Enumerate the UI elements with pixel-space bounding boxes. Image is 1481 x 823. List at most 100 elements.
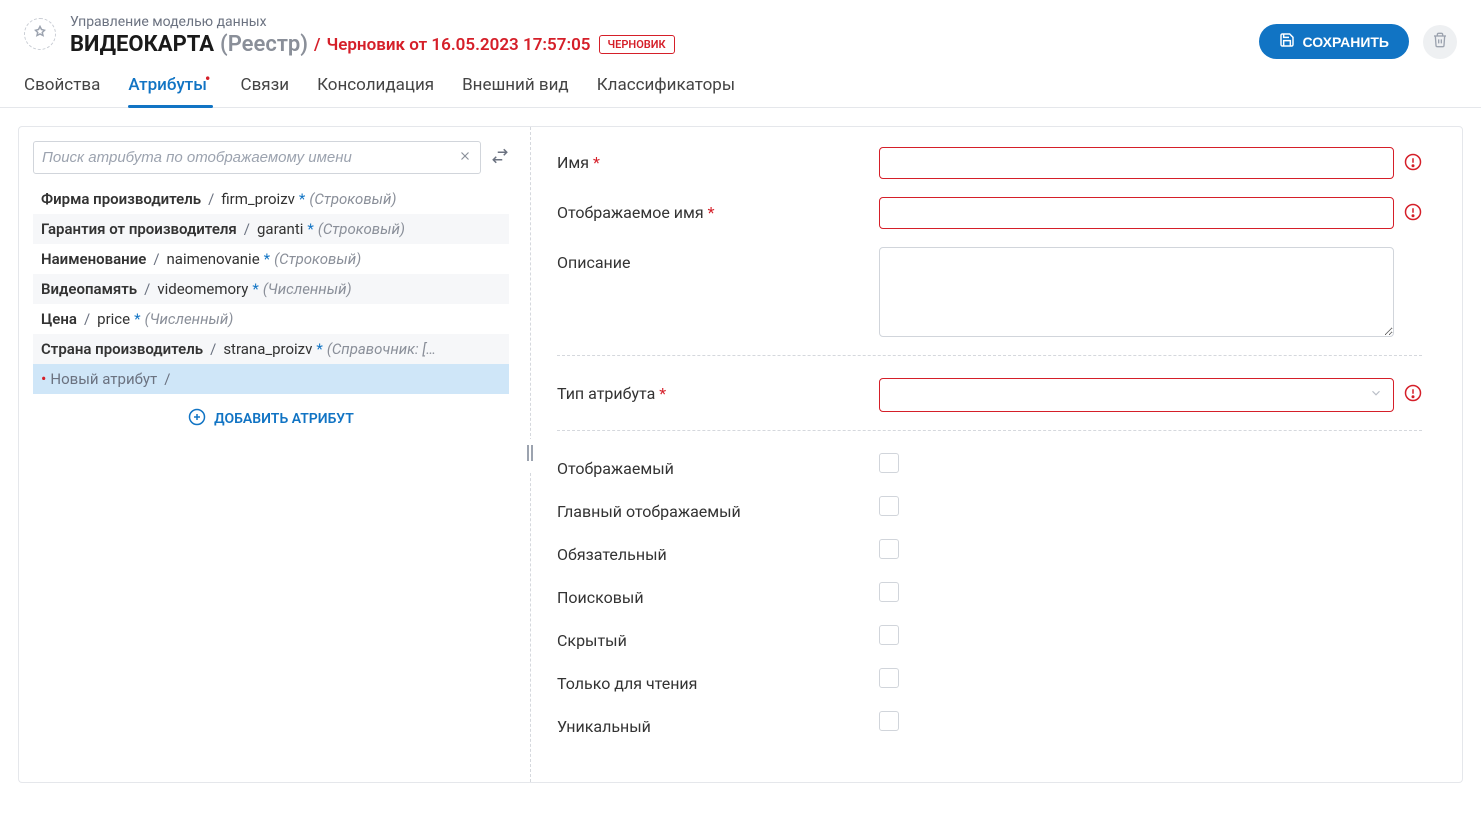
- checkbox-label: Главный отображаемый: [557, 496, 867, 521]
- search-input-wrap: [33, 141, 481, 174]
- error-icon: [1404, 197, 1422, 225]
- checkbox-label: Скрытый: [557, 625, 867, 650]
- section-divider: [557, 430, 1422, 431]
- attribute-type: (Строковый): [318, 220, 405, 238]
- checkbox[interactable]: [879, 496, 899, 516]
- description-input[interactable]: [879, 247, 1394, 337]
- attribute-row[interactable]: Гарантия от производителя/garanti * (Стр…: [33, 214, 509, 244]
- attribute-display-name: Наименование: [41, 250, 146, 268]
- chevron-down-icon: [1369, 386, 1383, 404]
- display-name-input[interactable]: [879, 197, 1394, 229]
- save-label: СОХРАНИТЬ: [1303, 34, 1389, 50]
- save-button[interactable]: СОХРАНИТЬ: [1259, 24, 1409, 59]
- type-select[interactable]: [879, 378, 1394, 412]
- checkbox[interactable]: [879, 539, 899, 559]
- tab-label: Свойства: [24, 75, 100, 95]
- required-star: *: [299, 190, 305, 208]
- add-attribute-button[interactable]: ДОБАВИТЬ АТРИБУТ: [33, 394, 509, 444]
- attribute-name: strana_proizv: [223, 340, 312, 358]
- checkbox[interactable]: [879, 711, 899, 731]
- attribute-display-name: Страна производитель: [41, 340, 203, 358]
- type-label: Тип атрибута *: [557, 378, 867, 403]
- tab-label: Связи: [241, 75, 290, 95]
- separator: /: [161, 370, 173, 388]
- breadcrumb: Управление моделью данных: [70, 14, 1245, 30]
- attribute-row[interactable]: • Новый атрибут/: [33, 364, 509, 394]
- tab-changed-dot: •: [205, 69, 211, 88]
- attribute-name: videomemory: [157, 280, 248, 298]
- attribute-type: (Строковый): [274, 250, 361, 268]
- save-icon: [1279, 32, 1295, 51]
- tab-label: Внешний вид: [462, 75, 569, 95]
- page-title: ВИДЕОКАРТА: [70, 32, 214, 57]
- draft-timestamp: Черновик от 16.05.2023 17:57:05: [326, 35, 590, 55]
- attribute-display-name: Гарантия от производителя: [41, 220, 237, 238]
- header-text: Управление моделью данных ВИДЕОКАРТА (Ре…: [70, 14, 1245, 57]
- separator: /: [241, 220, 253, 238]
- separator: /: [205, 190, 217, 208]
- checkbox[interactable]: [879, 582, 899, 602]
- attribute-name: garanti: [257, 220, 303, 238]
- attribute-name: firm_proizv: [221, 190, 295, 208]
- title-row: ВИДЕОКАРТА (Реестр) / Черновик от 16.05.…: [70, 32, 1245, 57]
- name-input[interactable]: [879, 147, 1394, 179]
- splitter-handle[interactable]: [523, 126, 537, 783]
- attribute-name: naimenovanie: [167, 250, 260, 268]
- separator: /: [81, 310, 93, 328]
- entity-icon: [24, 18, 56, 50]
- checkbox-label: Поисковый: [557, 582, 867, 607]
- attribute-row[interactable]: Страна производитель/strana_proizv * (Сп…: [33, 334, 509, 364]
- tab-relations[interactable]: Связи: [241, 75, 290, 107]
- attribute-name: price: [97, 310, 130, 328]
- changed-dot: •: [41, 374, 46, 384]
- checkbox[interactable]: [879, 668, 899, 688]
- error-icon: [1404, 378, 1422, 406]
- tabs: Свойства Атрибуты• Связи Консолидация Вн…: [0, 59, 1481, 108]
- attribute-row[interactable]: Видеопамять/videomemory * (Численный): [33, 274, 509, 304]
- checkbox-label: Отображаемый: [557, 453, 867, 478]
- attribute-row[interactable]: Фирма производитель/firm_proizv * (Строк…: [33, 184, 509, 214]
- transfer-icon[interactable]: [491, 147, 509, 169]
- description-label: Описание: [557, 247, 867, 272]
- checkbox-label: Только для чтения: [557, 668, 867, 693]
- separator: /: [207, 340, 219, 358]
- separator: /: [141, 280, 153, 298]
- draft-badge: ЧЕРНОВИК: [599, 35, 675, 54]
- attribute-display-name: Новый атрибут: [50, 370, 157, 388]
- tab-label: Атрибуты: [128, 75, 207, 95]
- attribute-display-name: Цена: [41, 310, 77, 328]
- checkbox-label: Уникальный: [557, 711, 867, 736]
- error-icon: [1404, 147, 1422, 175]
- attribute-list: Фирма производитель/firm_proizv * (Строк…: [33, 184, 509, 394]
- checkbox[interactable]: [879, 625, 899, 645]
- attribute-type: (Строковый): [309, 190, 396, 208]
- name-label: Имя *: [557, 147, 867, 172]
- display-name-label: Отображаемое имя *: [557, 197, 867, 222]
- required-star: *: [307, 220, 313, 238]
- grip-icon: [526, 439, 534, 471]
- search-input[interactable]: [42, 149, 458, 166]
- tab-consolidation[interactable]: Консолидация: [317, 75, 434, 107]
- tab-classifiers[interactable]: Классификаторы: [597, 75, 735, 107]
- clear-icon[interactable]: [458, 148, 472, 167]
- required-star: *: [316, 340, 322, 358]
- attribute-type: (Справочник: […: [327, 340, 436, 358]
- tab-appearance[interactable]: Внешний вид: [462, 75, 569, 107]
- required-star: *: [134, 310, 140, 328]
- tab-label: Консолидация: [317, 75, 434, 95]
- header-actions: СОХРАНИТЬ: [1259, 24, 1457, 59]
- left-panel: Фирма производитель/firm_proizv * (Строк…: [18, 126, 523, 783]
- attribute-type: (Численный): [145, 310, 234, 328]
- plus-circle-icon: [188, 408, 206, 430]
- main: Фирма производитель/firm_proizv * (Строк…: [0, 108, 1481, 801]
- attribute-display-name: Фирма производитель: [41, 190, 201, 208]
- delete-button[interactable]: [1423, 25, 1457, 59]
- attribute-row[interactable]: Наименование/naimenovanie * (Строковый): [33, 244, 509, 274]
- tab-attributes[interactable]: Атрибуты•: [128, 75, 212, 107]
- tab-label: Классификаторы: [597, 75, 735, 95]
- checkbox[interactable]: [879, 453, 899, 473]
- trash-icon: [1432, 32, 1448, 51]
- tab-properties[interactable]: Свойства: [24, 75, 100, 107]
- attribute-row[interactable]: Цена/price * (Численный): [33, 304, 509, 334]
- section-divider: [557, 355, 1422, 356]
